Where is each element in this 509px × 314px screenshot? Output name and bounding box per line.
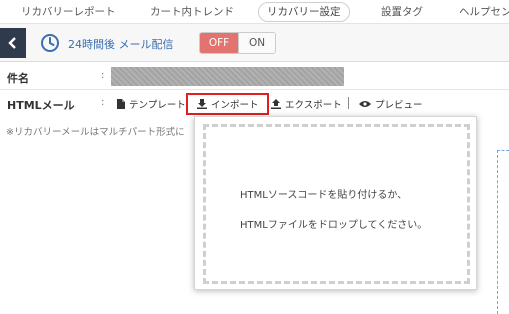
html-mail-colon: :: [101, 97, 105, 108]
template-label: テンプレート: [129, 100, 186, 111]
back-button[interactable]: [0, 28, 26, 58]
settings-header: 24時間後 メール配信 OFF ON: [0, 24, 509, 62]
preview-label: プレビュー: [375, 100, 423, 111]
tab-recovery-settings[interactable]: リカバリー設定: [258, 2, 350, 22]
file-icon: [117, 99, 125, 109]
delivery-toggle[interactable]: OFF ON: [199, 32, 276, 54]
tab-install-tag[interactable]: 設置タグ: [381, 3, 423, 21]
tab-recovery-report[interactable]: リカバリーレポート: [21, 3, 116, 21]
drop-instruction-line2: HTMLファイルをドロップしてください。: [240, 220, 428, 231]
multipart-note: ※リカバリーメールはマルチパート形式に: [6, 127, 185, 138]
delivery-timing-label: 24時間後 メール配信: [68, 38, 174, 51]
import-popup: HTMLソースコードを貼り付けるか、 HTMLファイルをドロップしてください。: [194, 116, 477, 290]
tab-cart-trend[interactable]: カート内トレンド: [150, 3, 234, 21]
html-drop-zone[interactable]: HTMLソースコードを貼り付けるか、 HTMLファイルをドロップしてください。: [203, 124, 470, 284]
subject-row: 件名 :: [0, 62, 509, 90]
clock-icon: [41, 34, 59, 52]
preview-button[interactable]: プレビュー: [359, 96, 423, 112]
tab-help-center[interactable]: ヘルプセン: [459, 3, 509, 21]
export-icon: [271, 99, 281, 109]
export-button[interactable]: エクスポート: [271, 96, 342, 112]
subject-input[interactable]: [111, 67, 344, 86]
toolbar-separator: [348, 97, 349, 109]
toggle-off-option[interactable]: OFF: [200, 33, 238, 53]
subject-label: 件名: [7, 72, 29, 85]
toggle-on-option[interactable]: ON: [238, 33, 275, 53]
html-mail-label: HTMLメール: [7, 99, 75, 112]
top-tab-bar: リカバリーレポート カート内トレンド リカバリー設定 設置タグ ヘルプセン: [0, 0, 509, 24]
drop-instruction-line1: HTMLソースコードを貼り付けるか、: [240, 190, 408, 201]
subject-colon: :: [101, 70, 105, 81]
export-label: エクスポート: [285, 100, 342, 111]
chevron-left-icon: [8, 37, 16, 49]
eye-icon: [359, 101, 371, 107]
editor-area-edge: [497, 150, 509, 314]
import-highlight: [186, 93, 269, 115]
template-button[interactable]: テンプレート: [117, 96, 186, 112]
